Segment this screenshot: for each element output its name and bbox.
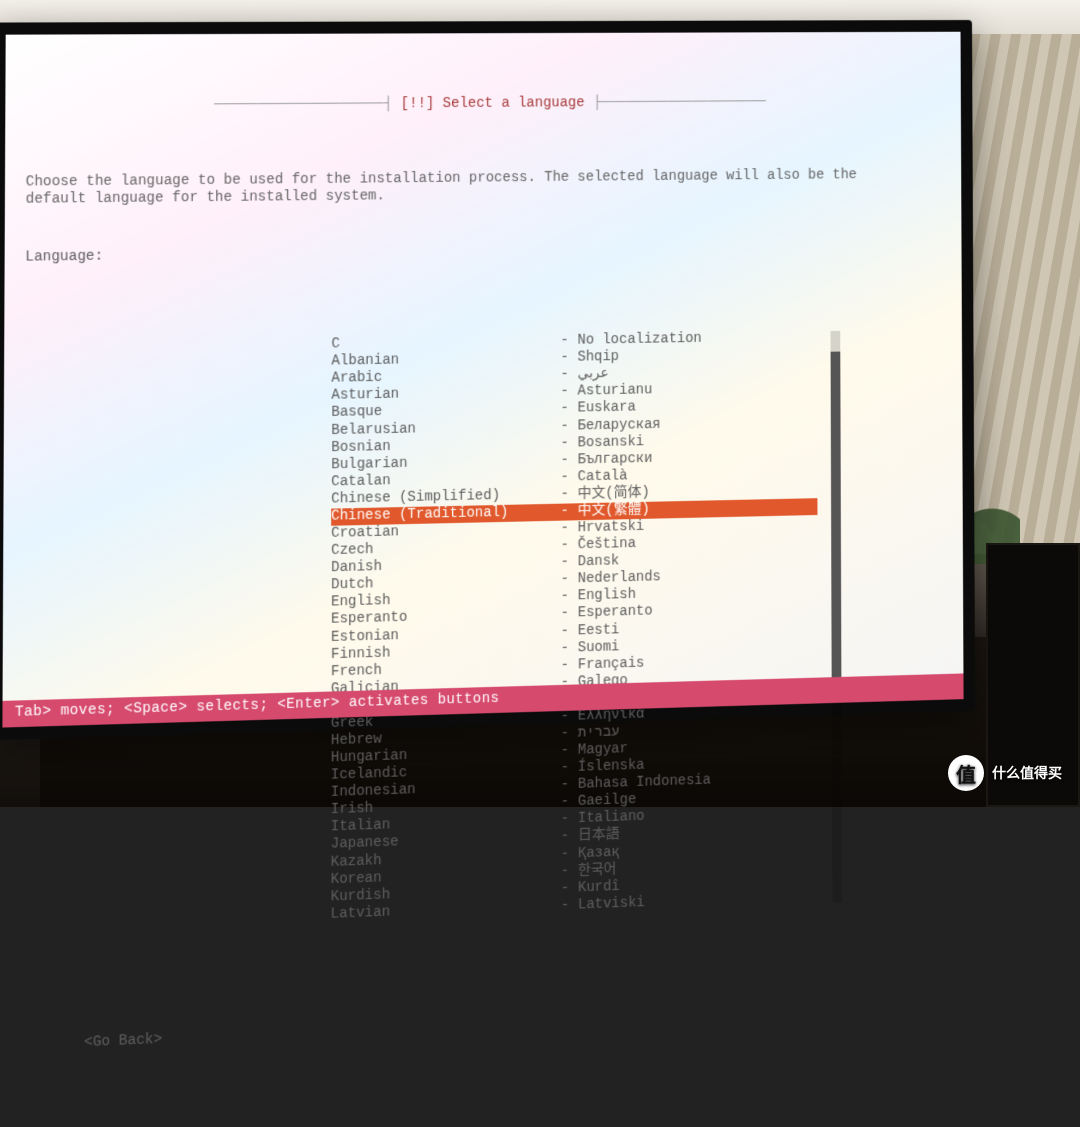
dash-separator: -	[552, 572, 578, 590]
dash-separator: -	[552, 333, 578, 350]
dash-separator: -	[552, 846, 578, 864]
dash-separator: -	[552, 606, 578, 624]
dash-separator: -	[552, 469, 578, 487]
dash-separator: -	[552, 503, 578, 521]
dash-separator: -	[552, 452, 578, 470]
room-background: ────────────────────┤ [!!] Select a lang…	[0, 0, 1080, 807]
go-back-button[interactable]: <Go Back>	[84, 999, 948, 1052]
watermark-icon: 值	[948, 755, 984, 791]
dash-separator: -	[552, 384, 578, 401]
language-list[interactable]: C-No localizationAlbanian-ShqipArabic-عر…	[331, 329, 819, 923]
dash-separator: -	[552, 589, 578, 607]
dash-separator: -	[552, 486, 578, 504]
dash-separator: -	[552, 811, 578, 829]
dash-separator: -	[552, 418, 578, 436]
scrollbar-thumb[interactable]	[831, 352, 842, 685]
dash-separator: -	[552, 760, 578, 778]
dash-separator: -	[552, 897, 578, 915]
watermark-badge: 值 什么值得买	[948, 755, 1062, 791]
dash-separator: -	[552, 537, 578, 555]
dash-separator: -	[552, 435, 578, 453]
dash-separator: -	[552, 554, 578, 572]
dialog-title: [!!] Select a language	[401, 96, 585, 113]
dash-separator: -	[552, 880, 578, 898]
language-label: Language:	[25, 239, 944, 267]
dash-separator: -	[552, 401, 578, 418]
dash-separator: -	[552, 726, 578, 744]
watermark-text: 什么值得买	[992, 763, 1062, 783]
dash-separator: -	[552, 350, 578, 367]
dash-separator: -	[552, 657, 578, 675]
projector-screen: ────────────────────┤ [!!] Select a lang…	[0, 20, 975, 740]
dash-separator: -	[552, 743, 578, 761]
dash-separator: -	[552, 777, 578, 795]
dash-separator: -	[552, 863, 578, 881]
dialog-title-bar: ────────────────────┤ [!!] Select a lang…	[26, 94, 944, 116]
dialog-description: Choose the language to be used for the i…	[26, 166, 914, 208]
dash-separator: -	[552, 623, 578, 641]
dash-separator: -	[552, 640, 578, 658]
dash-separator: -	[552, 828, 578, 846]
dash-separator: -	[552, 520, 578, 538]
dash-separator: -	[552, 794, 578, 812]
dash-separator: -	[552, 367, 578, 384]
installer-dialog: ────────────────────┤ [!!] Select a lang…	[2, 32, 963, 728]
